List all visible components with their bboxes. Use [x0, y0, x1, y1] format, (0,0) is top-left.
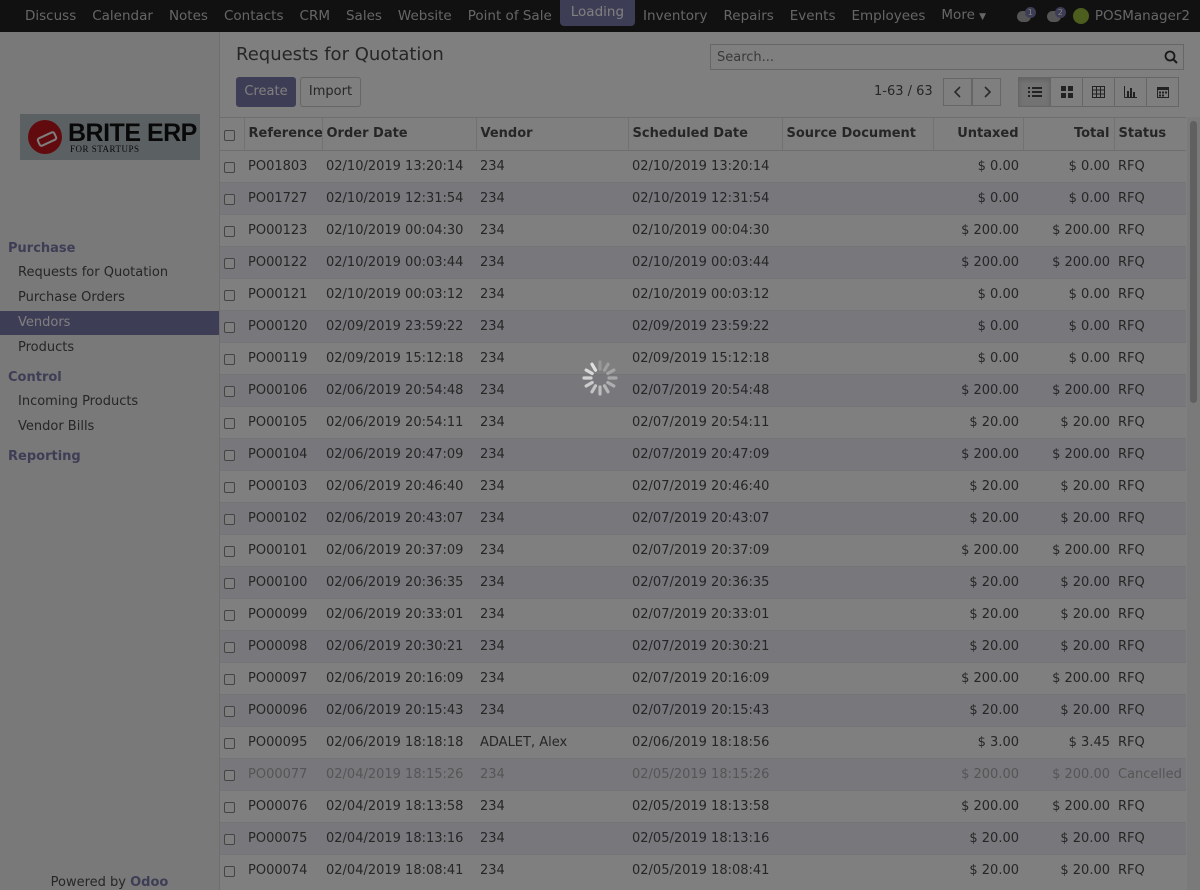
spinner-icon	[582, 360, 618, 396]
loading-overlay	[0, 0, 1200, 890]
